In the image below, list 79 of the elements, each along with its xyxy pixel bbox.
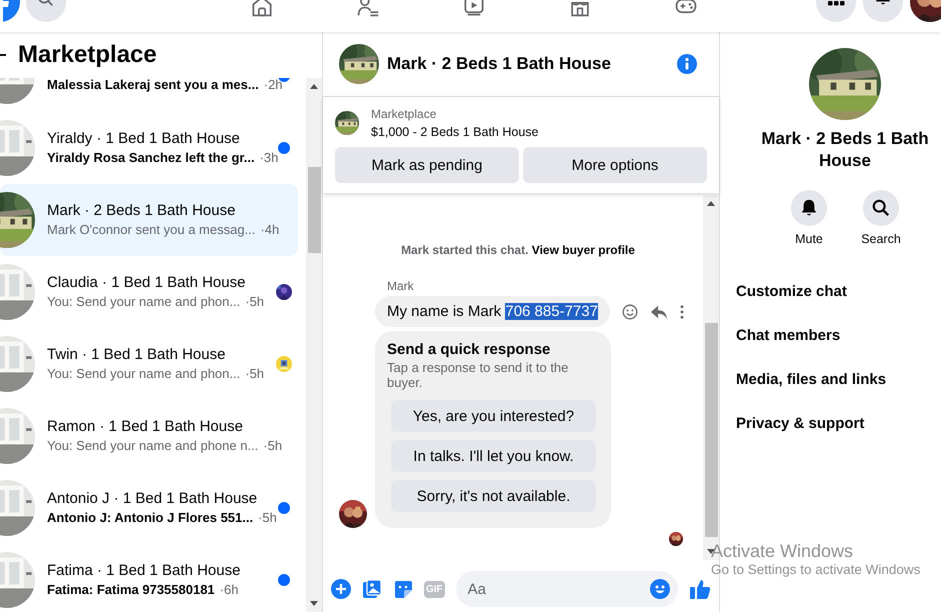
message-field[interactable]: Aa (456, 571, 678, 607)
message-text: My name is Mark (387, 303, 502, 320)
store-icon[interactable] (569, 0, 591, 17)
timestamp: ·5h (245, 293, 264, 311)
search-icon (872, 199, 890, 217)
message-preview: Antonio J: Antonio J Flores 551... (47, 509, 254, 527)
listing-button[interactable]: More options (523, 147, 707, 183)
timestamp: ·3h (260, 149, 278, 167)
conversation-item[interactable]: Fatima · 1 Bed 1 Bath House Fatima: Fatima 9735580181 ·6h (0, 544, 298, 612)
bell-icon (800, 199, 818, 217)
action-label: Mute (795, 232, 823, 246)
info-icon[interactable] (677, 54, 697, 74)
activation-notice-title: Activate Windows (711, 540, 854, 562)
image-icon[interactable] (362, 579, 382, 599)
conversation-item[interactable]: Ramon · 1 Bed 1 Bath House You: Send your name and phone n... ·5h (0, 400, 298, 472)
message-preview: You: Send your name and phon... (47, 293, 240, 311)
scrollbar-track[interactable] (306, 78, 322, 612)
selected-text: 706 885-7737 (505, 303, 598, 320)
conversation-title: Claudia · 1 Bed 1 Bath House (47, 273, 246, 293)
conversation-title: Twin · 1 Bed 1 Bath House (47, 345, 226, 365)
menu-item[interactable]: Customize chat (720, 269, 940, 313)
message-preview: Malessia Lakeraj sent you a mes... (47, 78, 259, 94)
conversation-title: Mark · 2 Beds 1 Bath House (47, 201, 236, 221)
video-icon[interactable] (463, 0, 485, 17)
scrollbar-thumb[interactable] (704, 323, 718, 537)
chat-title: Mark · 2 Beds 1 Bath House (387, 54, 612, 74)
more-icon[interactable] (680, 304, 684, 318)
chat-title: Mark · 2 Beds 1 Bath House (760, 128, 930, 172)
listing-button[interactable]: Mark as pending (335, 147, 519, 183)
message-preview: Yiraldy Rosa Sanchez left the gr... (47, 149, 255, 167)
timestamp: ·5h (263, 437, 282, 455)
message-preview: You: Send your name and phone n... (47, 437, 258, 455)
sender-name: Mark (387, 279, 415, 293)
plus-icon[interactable] (331, 579, 351, 599)
card-title: Send a quick response (387, 341, 552, 358)
scroll-up-icon[interactable] (707, 201, 715, 206)
message-preview: You: Send your name and phon... (47, 365, 240, 383)
conversation-item[interactable]: Antonio J · 1 Bed 1 Bath House Antonio J: Antonio J Flores 551... ·5h (0, 472, 298, 544)
conversation-item[interactable]: Claudia · 1 Bed 1 Bath House You: Send your name and phon... ·5h (0, 256, 298, 328)
mute-button[interactable] (791, 190, 827, 226)
menu-item[interactable]: Chat members (720, 313, 940, 357)
smiley-icon[interactable] (622, 304, 638, 320)
conversation-title: Antonio J · 1 Bed 1 Bath House (47, 489, 258, 509)
people-icon[interactable] (357, 0, 379, 17)
activation-notice-text: Go to Settings to activate Windows (711, 562, 920, 577)
search-button[interactable] (863, 190, 899, 226)
sticker-icon[interactable] (393, 579, 413, 599)
listing-label: Marketplace (371, 106, 438, 123)
notice-text: Mark started this chat. (401, 243, 530, 257)
action-label: Search (861, 232, 901, 246)
timestamp: ·2h (264, 78, 283, 94)
listing-title[interactable]: $1,000 - 2 Beds 1 Bath House (371, 123, 538, 141)
page-title: Marketplace (18, 41, 157, 69)
menu-item[interactable]: Privacy & support (720, 401, 940, 445)
quick-reply-button[interactable]: In talks. I'll let you know. (391, 440, 596, 472)
conversation-title: Yiraldy · 1 Bed 1 Bath House (47, 129, 241, 149)
timestamp: ·5h (245, 365, 264, 383)
conversation-title: Fatima · 1 Bed 1 Bath House (47, 561, 242, 581)
menu-item[interactable]: Media, files and links (720, 357, 940, 401)
emoji-icon[interactable] (650, 579, 670, 599)
message-preview: Fatima: Fatima 9735580181 (47, 581, 215, 599)
scroll-down-icon[interactable] (310, 601, 318, 606)
timestamp: ·6h (220, 581, 238, 599)
conversation-item[interactable]: Twin · 1 Bed 1 Bath House You: Send your name and phon... ·5h (0, 328, 298, 400)
profile-link[interactable]: View buyer profile (532, 243, 635, 257)
message-preview: Mark O'connor sent you a messag... (47, 221, 256, 239)
timestamp: ·5h (258, 509, 277, 527)
scroll-up-icon[interactable] (310, 84, 318, 89)
quick-reply-button[interactable]: Sorry, it's not available. (391, 480, 596, 512)
conversation-item[interactable]: Malessia Lakeraj sent you a mes... ·2h (0, 78, 298, 112)
timestamp: ·4h (260, 221, 280, 239)
conversation-item[interactable]: Mark · 2 Beds 1 Bath House Mark O'connor sent you a messag... ·4h (0, 184, 298, 256)
quick-reply-button[interactable]: Yes, are you interested? (391, 400, 596, 432)
thumbs-up-icon[interactable] (689, 578, 711, 600)
scrollbar-thumb[interactable] (308, 167, 320, 253)
conversation-title: Ramon · 1 Bed 1 Bath House (47, 417, 244, 437)
conversation-item[interactable]: Yiraldy · 1 Bed 1 Bath House Yiraldy Rosa Sanchez left the gr... ·3h (0, 112, 298, 184)
card-hint: Tap a response to send it to the buyer. (387, 360, 570, 390)
home-icon[interactable] (251, 0, 273, 17)
